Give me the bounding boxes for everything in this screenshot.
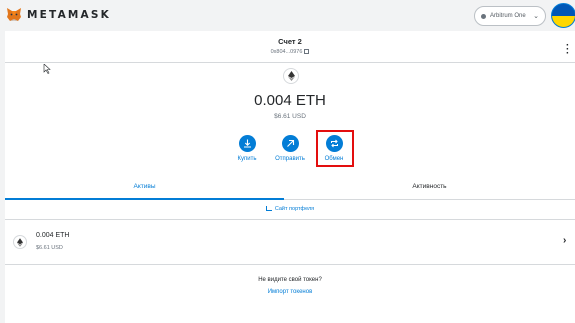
tab-bar: Активы Активность <box>5 173 575 200</box>
flag-yellow-half <box>552 16 575 27</box>
network-dot-icon <box>481 13 486 19</box>
account-name[interactable]: Счет 2 <box>5 37 575 46</box>
import-tokens-link[interactable]: Импорт токенов <box>5 289 575 295</box>
mouse-cursor-icon <box>43 64 51 74</box>
portfolio-link-label: Сайт портфеля <box>274 206 315 212</box>
tab-activity-label: Активность <box>412 183 447 190</box>
chevron-right-icon: › <box>563 235 567 246</box>
asset-amount: 0.004 ETH <box>36 232 70 239</box>
asset-row[interactable]: 0.004 ETH $6.61 USD › <box>5 220 575 265</box>
active-tab-indicator <box>5 198 284 200</box>
account-avatar[interactable] <box>551 3 575 28</box>
balance-amount: 0.004 ETH <box>254 92 326 109</box>
tab-assets[interactable]: Активы <box>5 173 284 200</box>
account-address: 0x804...0976 <box>270 49 303 55</box>
missing-token-text: Не видите свой токен? <box>258 277 322 283</box>
chevron-down-icon: ⌄ <box>533 13 539 20</box>
top-bar: METAMASK Arbitrum One ⌄ <box>0 0 575 31</box>
asset-fiat: $6.61 USD <box>36 245 63 251</box>
chart-icon <box>265 206 272 211</box>
send-button[interactable]: Отправить <box>270 135 310 162</box>
send-arrow-icon <box>281 135 299 152</box>
balance-fiat: $6.61 USD <box>274 113 306 120</box>
send-label: Отправить <box>275 156 305 162</box>
download-arrow-icon <box>238 135 256 152</box>
eth-icon <box>283 68 299 84</box>
tab-activity[interactable]: Активность <box>284 173 575 200</box>
portfolio-link[interactable]: Сайт портфеля <box>5 206 575 212</box>
eth-icon <box>13 235 27 249</box>
account-address-row[interactable]: 0x804...0976 <box>5 49 575 55</box>
buy-button[interactable]: Купить <box>227 135 267 162</box>
tab-assets-label: Активы <box>133 183 156 190</box>
account-header: Счет 2 0x804...0976 · · · <box>5 31 575 63</box>
network-label: Arbitrum One <box>490 13 526 19</box>
swap-highlight-box <box>316 130 354 167</box>
kebab-menu-icon[interactable]: · · · <box>566 41 569 59</box>
logo-wordmark: METAMASK <box>27 8 111 21</box>
buy-label: Купить <box>237 156 257 162</box>
wallet-card: Счет 2 0x804...0976 · · · 0.004 ETH $6.61 … <box>5 31 575 323</box>
copy-icon <box>304 49 310 54</box>
network-selector[interactable]: Arbitrum One ⌄ <box>474 6 546 26</box>
metamask-logo[interactable]: METAMASK <box>6 7 111 22</box>
fox-icon <box>7 8 21 21</box>
